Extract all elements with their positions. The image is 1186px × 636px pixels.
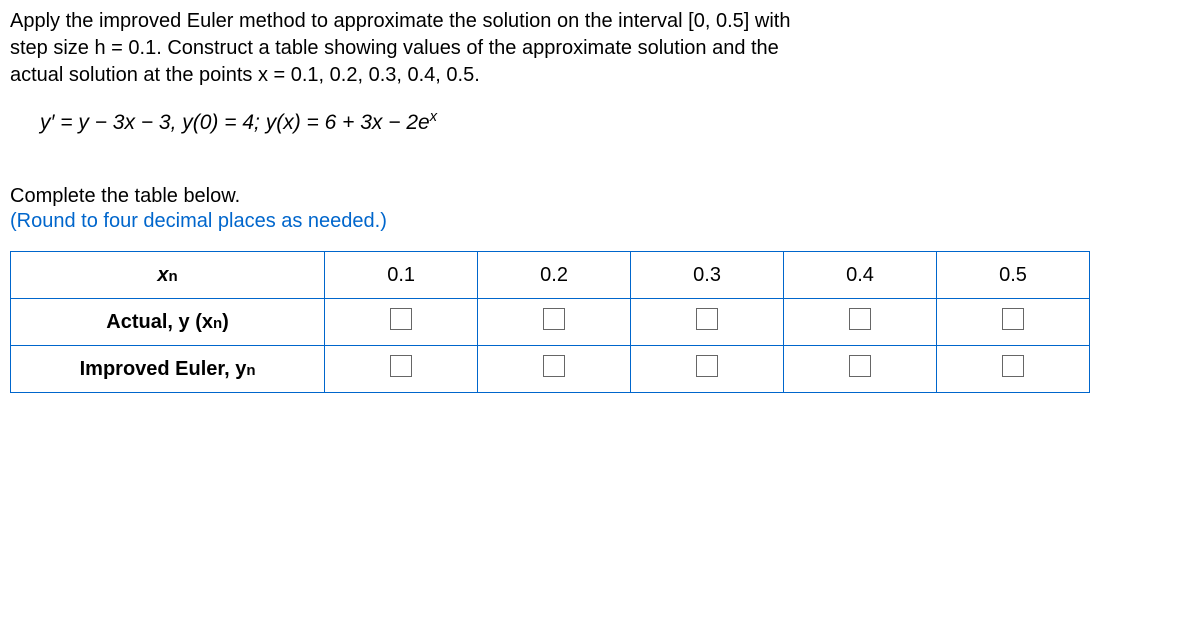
x-value: 0.2 bbox=[478, 252, 631, 299]
equation: y′ = y − 3x − 3, y(0) = 4; y(x) = 6 + 3x… bbox=[40, 109, 1176, 135]
equation-text: y′ = y − 3x − 3, y(0) = 4; y(x) = 6 + 3x… bbox=[40, 111, 430, 134]
improved-cell bbox=[784, 346, 937, 393]
problem-line-2: step size h = 0.1. Construct a table sho… bbox=[10, 37, 779, 59]
input-box[interactable] bbox=[696, 308, 718, 330]
actual-cell bbox=[325, 299, 478, 346]
improved-cell bbox=[325, 346, 478, 393]
input-box[interactable] bbox=[849, 308, 871, 330]
problem-line-1: Apply the improved Euler method to appro… bbox=[10, 10, 790, 32]
table-row: xn 0.1 0.2 0.3 0.4 0.5 bbox=[11, 252, 1090, 299]
x-value: 0.1 bbox=[325, 252, 478, 299]
actual-cell bbox=[631, 299, 784, 346]
actual-header: Actual, y (xn) bbox=[11, 299, 325, 346]
x-value: 0.5 bbox=[937, 252, 1090, 299]
input-box[interactable] bbox=[543, 355, 565, 377]
actual-cell bbox=[478, 299, 631, 346]
improved-cell bbox=[478, 346, 631, 393]
table-row: Actual, y (xn) bbox=[11, 299, 1090, 346]
problem-statement: Apply the improved Euler method to appro… bbox=[10, 8, 1176, 89]
improved-cell bbox=[937, 346, 1090, 393]
instruction-line-2: (Round to four decimal places as needed.… bbox=[10, 210, 1176, 233]
actual-cell bbox=[784, 299, 937, 346]
equation-sup: x bbox=[430, 109, 437, 125]
input-box[interactable] bbox=[390, 355, 412, 377]
input-box[interactable] bbox=[696, 355, 718, 377]
input-box[interactable] bbox=[543, 308, 565, 330]
improved-header: Improved Euler, yn bbox=[11, 346, 325, 393]
x-value: 0.3 bbox=[631, 252, 784, 299]
input-box[interactable] bbox=[849, 355, 871, 377]
solution-table: xn 0.1 0.2 0.3 0.4 0.5 Actual, y (xn) Im… bbox=[10, 251, 1090, 393]
input-box[interactable] bbox=[1002, 355, 1024, 377]
input-box[interactable] bbox=[1002, 308, 1024, 330]
table-row: Improved Euler, yn bbox=[11, 346, 1090, 393]
xn-header: xn bbox=[11, 252, 325, 299]
improved-cell bbox=[631, 346, 784, 393]
instruction-line-1: Complete the table below. bbox=[10, 185, 1176, 208]
input-box[interactable] bbox=[390, 308, 412, 330]
actual-cell bbox=[937, 299, 1090, 346]
problem-line-3: actual solution at the points x = 0.1, 0… bbox=[10, 64, 480, 86]
x-value: 0.4 bbox=[784, 252, 937, 299]
